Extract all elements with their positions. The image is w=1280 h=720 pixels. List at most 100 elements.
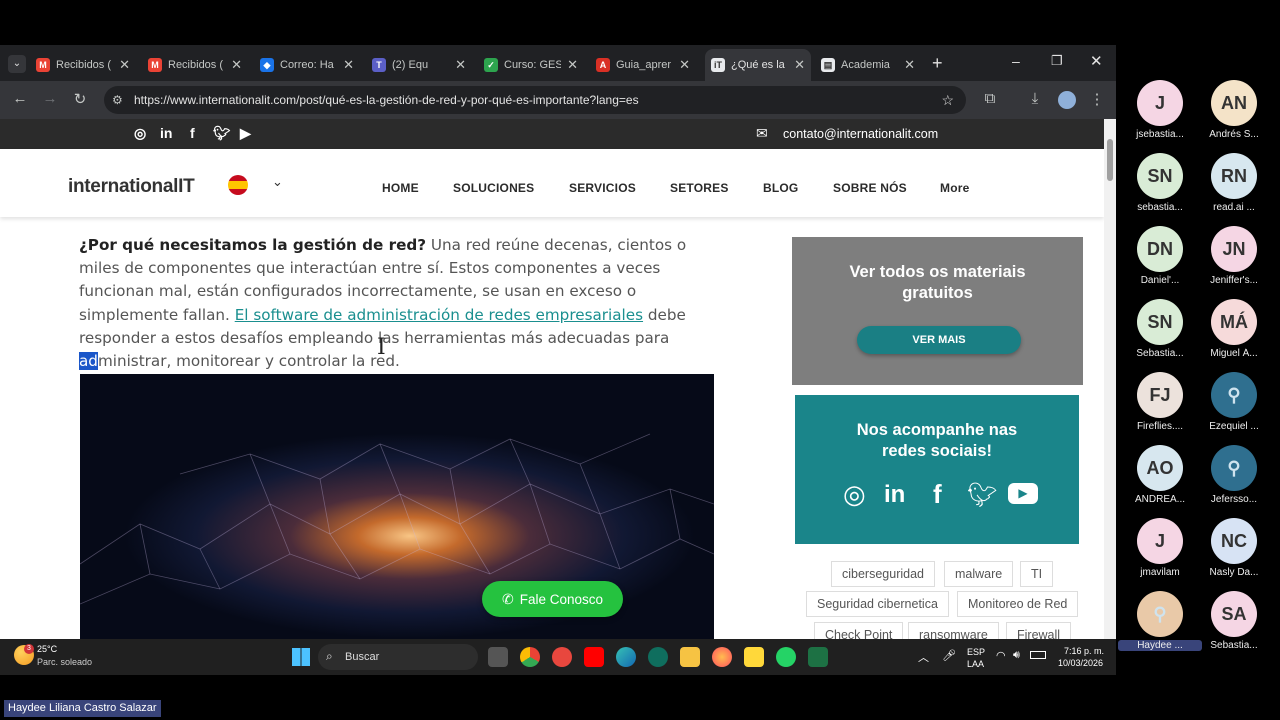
nav-item[interactable]: SETORES [670,181,729,195]
participant-tile[interactable]: FJ Fireflies.... [1118,372,1202,432]
participant-tile[interactable]: SN Sebastia... [1118,299,1202,359]
tasks-icon[interactable] [552,647,572,667]
download-icon[interactable]: ⤓ [1025,90,1045,107]
start-icon[interactable] [292,648,310,666]
search-box[interactable]: ⌕ Buscar [318,644,478,670]
facebook-icon[interactable]: f [190,125,195,141]
linkedin-icon[interactable]: in [160,125,172,141]
instagram-icon[interactable]: ◎ [843,479,866,510]
tab-search-button[interactable]: ⌄ [8,55,26,73]
close-window-button[interactable]: ✕ [1090,52,1103,70]
file-explorer-icon[interactable] [680,647,700,667]
tab-close-icon[interactable]: ✕ [567,57,578,73]
forward-button[interactable]: → [40,90,60,107]
participant-tile[interactable]: AO ANDREA... [1118,445,1202,505]
language-chevron-icon[interactable]: ⌄ [272,174,283,190]
youtube-app-icon[interactable] [584,647,604,667]
tab-8[interactable]: ▤ Academia ✕ [815,49,921,81]
nav-item[interactable]: SOBRE NÓS [833,181,907,195]
twitter-icon[interactable]: 🐦︎ [213,125,231,142]
tab-2[interactable]: M Recibidos (✕ [142,49,248,81]
lang-1[interactable]: ESP [967,647,985,657]
linkedin-icon[interactable]: in [884,481,905,509]
tab-5[interactable]: ✓ Curso: GES ✕ [478,49,584,81]
clock-time[interactable]: 7:16 p. m. [1064,646,1104,656]
back-button[interactable]: ← [10,90,30,107]
participant-tile[interactable]: JN Jeniffer's... [1192,226,1276,286]
edge-dev-icon[interactable] [648,647,668,667]
participant-tile[interactable]: MÁ Miguel Á... [1192,299,1276,359]
blog-tag[interactable]: TI [1020,561,1054,587]
tab-close-icon[interactable]: ✕ [679,57,690,73]
blog-tag[interactable]: Seguridad cibernetica [806,591,949,617]
participant-tile[interactable]: ⚲ Haydee ... [1118,591,1202,651]
tab-7[interactable]: iT ¿Qué es la ✕ [705,49,811,81]
volume-icon[interactable]: 🔊︎ [1013,649,1020,662]
twitter-icon[interactable]: 🐦︎ [967,481,997,510]
participant-tile[interactable]: SA Sebastia... [1192,591,1276,651]
blog-tag[interactable]: malware [944,561,1014,587]
wifi-icon[interactable]: ◠ [996,649,1006,662]
youtube-icon[interactable]: ▶ [240,125,251,142]
profile-avatar[interactable] [1058,91,1076,109]
facebook-icon[interactable]: f [933,479,942,510]
participant-tile[interactable]: NC Nasly Da... [1192,518,1276,578]
contact-email[interactable]: contato@internationalit.com [783,127,938,141]
article-link[interactable]: El software de administración de redes e… [235,306,643,324]
restore-button[interactable]: ❐ [1051,53,1063,69]
tray-chevron-icon[interactable]: ︿ [918,649,929,665]
tab-close-icon[interactable]: ✕ [794,57,805,73]
tab-close-icon[interactable]: ✕ [343,57,354,73]
extensions-icon[interactable]: ⧉ [980,90,1000,107]
menu-icon[interactable]: ⋮ [1087,90,1107,108]
mic-icon[interactable]: 🎤︎ [942,649,956,662]
participant-tile[interactable]: Jjsebastia... [1118,80,1202,140]
blog-tag[interactable]: Monitoreo de Red [957,591,1079,617]
minimize-button[interactable]: – [1012,53,1020,69]
site-info-icon[interactable]: ⚙ [112,86,123,114]
blog-tag[interactable]: Check Point [814,622,904,639]
whatsapp-contact-button[interactable]: ✆ Fale Conosco [482,581,623,617]
blog-tag[interactable]: ciberseguridad [831,561,935,587]
battery-icon[interactable] [1030,651,1046,659]
new-tab-button[interactable]: + [932,53,943,74]
blog-tag[interactable]: ransomware [908,622,999,639]
participant-tile[interactable]: ⚲ Jefersso... [1192,445,1276,505]
tab-close-icon[interactable]: ✕ [455,57,466,73]
sticky-notes-icon[interactable] [744,647,764,667]
youtube-icon[interactable]: ▶ [1008,483,1038,504]
participant-tile[interactable]: Jjmavilam [1118,518,1202,578]
clock-date[interactable]: 10/03/2026 [1058,658,1103,668]
task-view-icon[interactable] [488,647,508,667]
site-logo[interactable]: internationalIT [68,176,195,198]
tab-close-icon[interactable]: ✕ [904,57,915,73]
lang-2[interactable]: LAA [967,659,984,669]
spain-flag-icon[interactable] [228,175,248,195]
nav-item[interactable]: SOLUCIONES [453,181,534,195]
nav-item[interactable]: HOME [382,181,419,195]
nav-item[interactable]: BLOG [763,181,798,195]
nav-item[interactable]: SERVICIOS [569,181,636,195]
excel-icon[interactable] [808,647,828,667]
page-scrollbar[interactable] [1104,119,1116,639]
instagram-icon[interactable]: ◎ [134,125,146,142]
participant-tile[interactable]: SN sebastia... [1118,153,1202,213]
firefox-icon[interactable] [712,647,732,667]
participant-tile[interactable]: DN Daniel'... [1118,226,1202,286]
nav-item[interactable]: More [940,181,969,195]
participant-tile[interactable]: RN read.ai ... [1192,153,1276,213]
participant-tile[interactable]: AN Andrés S... [1192,80,1276,140]
tab-6[interactable]: A Guia_aprer ✕ [590,49,696,81]
participant-tile[interactable]: ⚲ Ezequiel ... [1192,372,1276,432]
edge-icon[interactable] [616,647,636,667]
scrollbar-thumb[interactable] [1107,139,1113,181]
bookmark-star-icon[interactable]: ☆ [941,86,954,114]
whatsapp-app-icon[interactable] [776,647,796,667]
tab-close-icon[interactable]: ✕ [231,57,242,73]
tab-4[interactable]: T (2) Equ ✕ [366,49,472,81]
reload-button[interactable]: ↻ [70,90,90,108]
tab-close-icon[interactable]: ✕ [119,57,130,73]
tab-3[interactable]: ◆ Correo: Ha ✕ [254,49,360,81]
tab-1[interactable]: M Recibidos (✕ [30,49,136,81]
blog-tag[interactable]: Firewall [1006,622,1072,639]
